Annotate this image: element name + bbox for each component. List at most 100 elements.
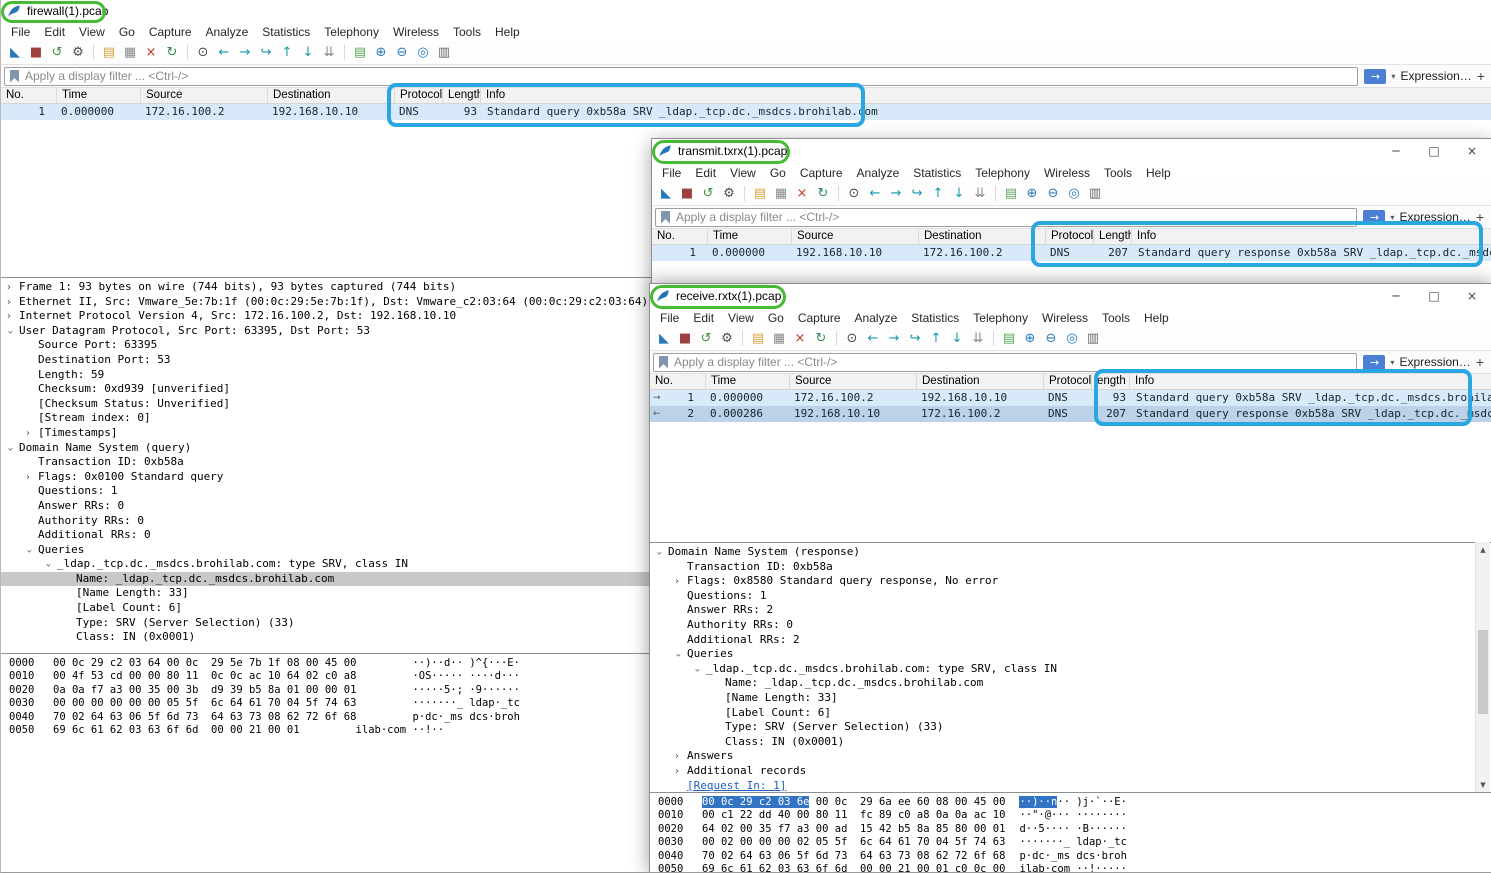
maximize-button[interactable]: □ <box>1415 139 1453 163</box>
menu-item[interactable]: File <box>655 166 688 180</box>
menu-item[interactable]: Statistics <box>904 311 966 325</box>
close-button[interactable]: × <box>1453 284 1491 308</box>
zoom-100-icon[interactable]: ◎ <box>1065 185 1083 203</box>
column-header[interactable]: Destination <box>268 88 395 103</box>
go-last-icon[interactable]: ↓ <box>948 330 966 348</box>
titlebar-firewall[interactable]: firewall(1).pcap <box>1 0 1491 22</box>
find-packet-icon[interactable]: ⊙ <box>194 44 212 62</box>
detail-line[interactable]: Questions: 1 <box>650 589 1491 604</box>
maximize-button[interactable]: □ <box>1415 284 1453 308</box>
minimize-button[interactable]: ─ <box>1377 284 1415 308</box>
detail-line[interactable]: [Request In: 1] <box>650 779 1491 793</box>
reload-file-icon[interactable]: ↻ <box>163 44 181 62</box>
detail-line[interactable]: Queries <box>650 647 1491 662</box>
find-packet-icon[interactable]: ⊙ <box>845 185 863 203</box>
menu-item[interactable]: Help <box>1139 166 1178 180</box>
packet-row[interactable]: →10.000000172.16.100.2192.168.10.10DNS93… <box>650 390 1491 406</box>
stop-capture-icon[interactable]: ■ <box>676 330 694 348</box>
open-file-icon[interactable]: ▤ <box>100 44 118 62</box>
go-forward-icon[interactable]: → <box>887 185 905 203</box>
close-file-icon[interactable]: × <box>793 185 811 203</box>
display-filter-input[interactable]: Apply a display filter ... <Ctrl-/> <box>4 67 1358 86</box>
column-header[interactable]: Destination <box>919 229 1046 244</box>
go-to-packet-icon[interactable]: ↪ <box>906 330 924 348</box>
detail-line[interactable]: Answer RRs: 2 <box>650 603 1491 618</box>
detail-line[interactable]: Flags: 0x8580 Standard query response, N… <box>650 574 1491 589</box>
go-first-icon[interactable]: ↑ <box>278 44 296 62</box>
packet-row[interactable]: 10.000000192.168.10.10172.16.100.2DNS207… <box>652 245 1491 261</box>
open-file-icon[interactable]: ▤ <box>749 330 767 348</box>
hex-row[interactable]: 002064 02 00 35 f7 a3 00 ad 15 42 b5 8a … <box>658 823 1491 836</box>
resize-columns-icon[interactable]: ▥ <box>1086 185 1104 203</box>
detail-line[interactable]: Class: IN (0x0001) <box>650 735 1491 750</box>
display-filter-input[interactable]: Apply a display filter ... <Ctrl-/> <box>655 208 1357 227</box>
menu-item[interactable]: Analyze <box>199 25 256 39</box>
reload-file-icon[interactable]: ↻ <box>814 185 832 203</box>
menu-item[interactable]: Edit <box>688 166 723 180</box>
expression-button[interactable]: Expression… <box>1399 355 1470 369</box>
zoom-in-icon[interactable]: ⊕ <box>372 44 390 62</box>
menu-item[interactable]: Telephony <box>966 311 1035 325</box>
detail-line[interactable]: Answers <box>650 749 1491 764</box>
menu-item[interactable]: Help <box>1137 311 1176 325</box>
go-last-icon[interactable]: ↓ <box>299 44 317 62</box>
column-header[interactable]: Protocol <box>1046 229 1094 244</box>
start-capture-icon[interactable]: ◣ <box>6 44 24 62</box>
zoom-out-icon[interactable]: ⊖ <box>1042 330 1060 348</box>
go-first-icon[interactable]: ↑ <box>929 185 947 203</box>
menu-item[interactable]: Edit <box>37 25 72 39</box>
go-back-icon[interactable]: ← <box>866 185 884 203</box>
save-file-icon[interactable]: ▦ <box>121 44 139 62</box>
detail-line[interactable]: Type: SRV (Server Selection) (33) <box>650 720 1491 735</box>
column-header[interactable]: Time <box>708 229 792 244</box>
detail-line[interactable]: Transaction ID: 0xb58a <box>650 560 1491 575</box>
auto-scroll-icon[interactable]: ⇊ <box>971 185 989 203</box>
scrollbar-thumb[interactable] <box>1478 630 1488 714</box>
zoom-100-icon[interactable]: ◎ <box>414 44 432 62</box>
find-packet-icon[interactable]: ⊙ <box>843 330 861 348</box>
hex-row[interactable]: 003000 02 00 00 00 02 05 5f 6c 64 61 70 … <box>658 836 1491 849</box>
detail-line[interactable]: _ldap._tcp.dc._msdcs.brohilab.com: type … <box>650 662 1491 677</box>
menu-item[interactable]: Capture <box>142 25 199 39</box>
display-filter-input[interactable]: Apply a display filter ... <Ctrl-/> <box>653 353 1357 372</box>
expression-button[interactable]: Expression… <box>1400 69 1471 83</box>
menu-item[interactable]: Go <box>112 25 142 39</box>
restart-capture-icon[interactable]: ↺ <box>699 185 717 203</box>
column-header[interactable]: Info <box>1132 229 1491 244</box>
auto-scroll-icon[interactable]: ⇊ <box>320 44 338 62</box>
go-to-packet-icon[interactable]: ↪ <box>908 185 926 203</box>
filter-dropdown-caret-icon[interactable]: ▾ <box>1390 358 1394 367</box>
column-header[interactable]: Source <box>792 229 919 244</box>
add-filter-button[interactable]: + <box>1477 68 1485 84</box>
restart-capture-icon[interactable]: ↺ <box>697 330 715 348</box>
colorize-icon[interactable]: ▤ <box>351 44 369 62</box>
add-filter-button[interactable]: + <box>1476 354 1484 370</box>
packet-row[interactable]: ←20.000286192.168.10.10172.16.100.2DNS20… <box>650 406 1491 422</box>
stop-capture-icon[interactable]: ■ <box>27 44 45 62</box>
menu-item[interactable]: View <box>723 166 763 180</box>
detail-line[interactable]: [Label Count: 6] <box>650 706 1491 721</box>
detail-line[interactable]: [Name Length: 33] <box>650 691 1491 706</box>
column-header[interactable]: Source <box>141 88 268 103</box>
menu-item[interactable]: Wireless <box>1037 166 1097 180</box>
menu-item[interactable]: Analyze <box>850 166 907 180</box>
detail-line[interactable]: Domain Name System (response) <box>650 545 1491 560</box>
column-header[interactable]: Protocol <box>1044 374 1092 389</box>
menu-item[interactable]: Statistics <box>906 166 968 180</box>
go-forward-icon[interactable]: → <box>885 330 903 348</box>
column-header[interactable]: Time <box>57 88 141 103</box>
menu-item[interactable]: Telephony <box>968 166 1037 180</box>
column-header[interactable]: Length <box>443 88 481 103</box>
hex-row[interactable]: 000000 0c 29 c2 03 6e 00 0c 29 6a ee 60 … <box>658 796 1491 809</box>
column-header[interactable]: No. <box>650 374 706 389</box>
resize-columns-icon[interactable]: ▥ <box>1084 330 1102 348</box>
column-header[interactable]: ength <box>1092 374 1130 389</box>
save-file-icon[interactable]: ▦ <box>772 185 790 203</box>
menu-item[interactable]: Capture <box>791 311 848 325</box>
go-back-icon[interactable]: ← <box>864 330 882 348</box>
column-header[interactable]: Length <box>1094 229 1132 244</box>
column-header[interactable]: Info <box>481 88 1491 103</box>
stop-capture-icon[interactable]: ■ <box>678 185 696 203</box>
capture-options-icon[interactable]: ⚙ <box>69 44 87 62</box>
go-to-packet-icon[interactable]: ↪ <box>257 44 275 62</box>
